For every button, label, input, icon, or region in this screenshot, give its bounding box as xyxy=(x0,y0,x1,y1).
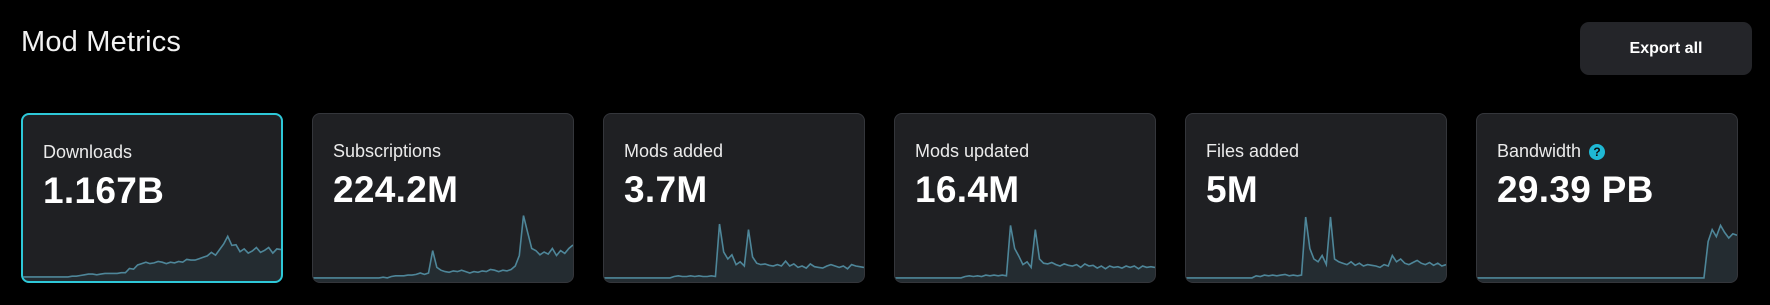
metric-cards: Downloads 1.167B Subscriptions 224.2M Mo… xyxy=(21,113,1738,283)
metric-label: Mods updated xyxy=(915,141,1030,161)
sparkline-chart xyxy=(1477,202,1737,282)
metric-card-mods-added[interactable]: Mods added 3.7M xyxy=(603,113,865,283)
page-title: Mod Metrics xyxy=(21,26,182,58)
sparkline-area xyxy=(604,224,864,282)
sparkline-chart xyxy=(895,202,1155,282)
mod-metrics-panel: Mod Metrics Export all Downloads 1.167B … xyxy=(0,0,1770,305)
sparkline-chart xyxy=(604,202,864,282)
sparkline-area xyxy=(1186,217,1446,282)
metric-card-subscriptions[interactable]: Subscriptions 224.2M xyxy=(312,113,574,283)
help-icon[interactable]: ? xyxy=(1589,143,1606,160)
sparkline-chart xyxy=(313,202,573,282)
sparkline-chart xyxy=(23,201,281,281)
metric-label: Subscriptions xyxy=(333,141,442,161)
sparkline-chart xyxy=(1186,202,1446,282)
metric-card-mods-updated[interactable]: Mods updated 16.4M xyxy=(894,113,1156,283)
metric-card-files-added[interactable]: Files added 5M xyxy=(1185,113,1447,283)
metric-label: Mods added xyxy=(624,141,724,161)
metric-card-bandwidth[interactable]: Bandwidth ? 29.39 PB xyxy=(1476,113,1738,283)
metric-card-downloads[interactable]: Downloads 1.167B xyxy=(21,113,283,283)
metric-label: Files added xyxy=(1206,141,1300,161)
metric-label: Bandwidth xyxy=(1497,141,1582,161)
sparkline-line xyxy=(1477,225,1737,278)
sparkline-area xyxy=(895,225,1155,282)
export-all-button[interactable]: Export all xyxy=(1580,22,1752,75)
metric-label: Downloads xyxy=(43,142,133,162)
sparkline-area xyxy=(23,236,281,281)
sparkline-area xyxy=(1477,225,1737,282)
